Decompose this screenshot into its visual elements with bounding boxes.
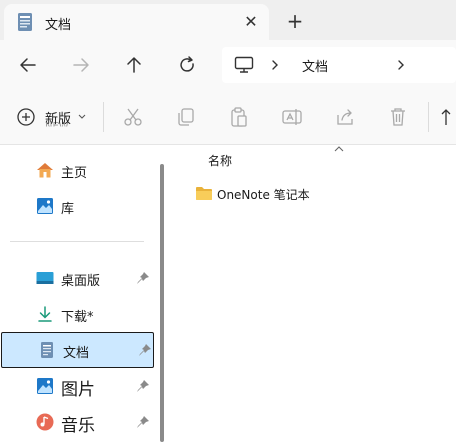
pin-icon[interactable]: [136, 271, 150, 285]
sidebar-item-pictures[interactable]: 图片: [0, 369, 150, 403]
delete-icon[interactable]: [387, 106, 409, 128]
sidebar-item-label: 音乐: [61, 416, 95, 436]
file-name: OneNote 笔记本: [217, 188, 310, 202]
sidebar-item-home[interactable]: 主页: [0, 153, 150, 187]
navigation-pane: 主页 库 桌面版 下载* 文档 图片 音乐: [0, 145, 157, 442]
plus-circle-icon: [17, 108, 35, 126]
sidebar-item-desktop[interactable]: 桌面版: [0, 261, 150, 295]
tab-title: 文档: [45, 18, 72, 33]
list-item[interactable]: OneNote 笔记本: [193, 183, 433, 205]
up-arrow-icon[interactable]: [121, 52, 147, 78]
sidebar-item-label: 文档: [63, 346, 90, 361]
sidebar-item-library[interactable]: 库: [0, 189, 150, 223]
home-icon: [37, 163, 53, 178]
sidebar-item-label: 图片: [61, 380, 95, 400]
chevron-right-icon[interactable]: [270, 59, 280, 71]
sidebar-item-downloads[interactable]: 下载*: [0, 297, 150, 331]
sidebar-scrollbar[interactable]: [160, 164, 164, 442]
sidebar-item-music[interactable]: 音乐: [0, 405, 150, 439]
chevron-down-icon: [78, 114, 86, 119]
new-button[interactable]: NEW 新版: [12, 100, 90, 134]
rename-icon[interactable]: [281, 106, 303, 128]
pin-icon[interactable]: [136, 379, 150, 393]
refresh-icon[interactable]: [174, 52, 200, 78]
pin-icon[interactable]: [138, 343, 152, 357]
music-icon: [36, 413, 54, 431]
sidebar-item-label: 下载*: [61, 310, 94, 325]
command-bar: NEW 新版: [0, 90, 456, 145]
column-header-name[interactable]: 名称: [208, 152, 232, 169]
share-icon[interactable]: [334, 106, 356, 128]
title-bar: 文档 ✕ +: [0, 0, 456, 40]
new-label: 新版: [45, 112, 72, 127]
paste-icon[interactable]: [228, 106, 250, 128]
sidebar-item-documents[interactable]: 文档: [1, 332, 154, 368]
sidebar-divider: [10, 241, 144, 242]
file-list: 名称 OneNote 笔记本: [165, 145, 456, 442]
sidebar-item-label: 主页: [61, 166, 88, 181]
new-tab-button[interactable]: +: [283, 9, 307, 33]
document-icon: [18, 13, 32, 31]
back-arrow-icon[interactable]: [15, 52, 41, 78]
pin-icon[interactable]: [136, 415, 150, 429]
sidebar-item-label: 库: [61, 202, 75, 217]
close-tab-button[interactable]: ✕: [238, 9, 264, 35]
this-pc-icon: [234, 56, 254, 73]
toolbar-divider: [103, 102, 104, 132]
library-icon: [37, 198, 53, 214]
cut-icon[interactable]: [122, 106, 144, 128]
address-bar[interactable]: 文档: [222, 47, 456, 83]
navigation-bar: 文档: [0, 40, 456, 90]
pictures-icon: [37, 378, 53, 394]
tab-documents[interactable]: 文档 ✕: [4, 4, 269, 40]
sidebar-item-label: 桌面版: [61, 274, 101, 289]
toolbar-divider: [428, 102, 429, 132]
breadcrumb-documents[interactable]: 文档: [302, 56, 328, 75]
desktop-icon: [36, 272, 54, 284]
folder-icon: [196, 187, 212, 200]
copy-icon[interactable]: [175, 106, 197, 128]
sort-ascending-icon: [334, 146, 344, 152]
forward-arrow-icon[interactable]: [68, 52, 94, 78]
chevron-right-icon[interactable]: [396, 59, 406, 71]
download-icon: [38, 306, 52, 322]
sort-icon[interactable]: [438, 106, 456, 128]
document-icon: [41, 342, 53, 358]
